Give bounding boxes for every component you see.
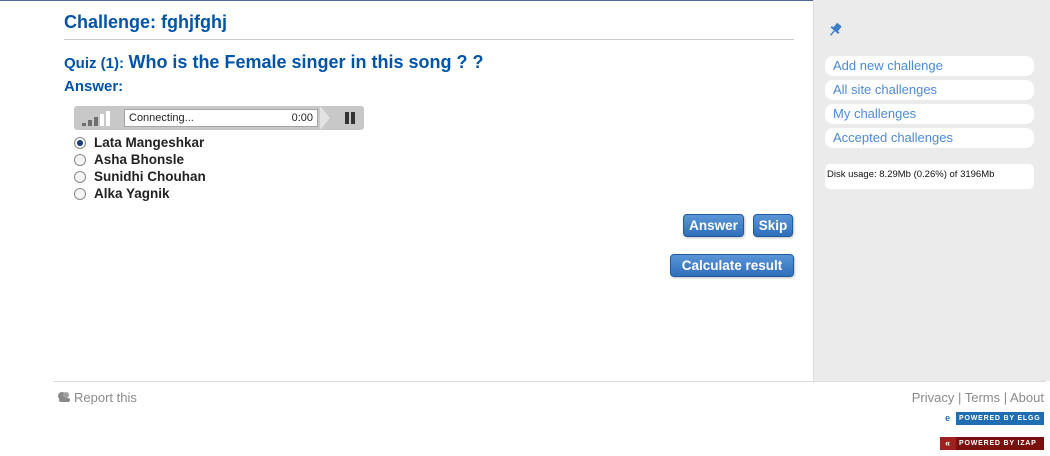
sidebar-item-add-new-challenge[interactable]: Add new challenge [825, 56, 1034, 76]
footer-divider [53, 381, 1046, 382]
option-label: Lata Mangeshkar [94, 135, 205, 150]
footer-separator: | [1000, 390, 1011, 405]
powered-by-elgg-badge[interactable]: e POWERED BY ELGG [940, 412, 1044, 425]
option-label: Asha Bhonsle [94, 152, 185, 167]
disk-usage: Disk usage: 8.29Mb (0.26%) of 3196Mb [825, 164, 1034, 189]
footer-links: Privacy | Terms | About [912, 390, 1044, 405]
quiz-question: Who is the Female singer in this song ? … [128, 52, 484, 72]
sidebar-item-all-site-challenges[interactable]: All site challenges [825, 80, 1034, 100]
radio-button[interactable] [74, 187, 86, 200]
footer-separator: | [954, 390, 965, 405]
report-label: Report this [74, 389, 137, 405]
sidebar: Add new challenge All site challenges My… [813, 0, 1050, 381]
privacy-link[interactable]: Privacy [912, 390, 955, 405]
sidebar-item-my-challenges[interactable]: My challenges [825, 104, 1034, 124]
volume-control[interactable] [82, 110, 114, 126]
option-label: Alka Yagnik [94, 186, 170, 201]
calculate-result-button[interactable]: Calculate result [670, 254, 794, 277]
sidebar-item-accepted-challenges[interactable]: Accepted challenges [825, 128, 1034, 148]
skip-button[interactable]: Skip [753, 214, 793, 237]
elgg-badge-label: POWERED BY ELGG [959, 415, 1041, 422]
powered-by-izap-badge[interactable]: «POWERED BY IZAP [940, 437, 1044, 450]
about-link[interactable]: About [1010, 390, 1044, 405]
answer-option[interactable]: Asha Bhonsle [74, 151, 206, 168]
volume-bar [106, 111, 110, 126]
answer-option[interactable]: Sunidhi Chouhan [74, 168, 206, 185]
radio-button[interactable] [74, 136, 86, 149]
quiz-heading: Quiz (1): Who is the Female singer in th… [64, 51, 794, 75]
main-content: Challenge: fghjfghj Quiz (1): Who is the… [64, 10, 794, 277]
elgg-logo-icon: e [940, 412, 956, 425]
volume-bar [88, 120, 92, 126]
terms-link[interactable]: Terms [965, 390, 1000, 405]
audio-track[interactable]: Connecting... 0:00 [124, 109, 318, 127]
answer-options: Lata Mangeshkar Asha Bhonsle Sunidhi Cho… [74, 134, 206, 202]
play-arrow-icon [320, 106, 330, 130]
option-label: Sunidhi Chouhan [94, 169, 206, 184]
radio-button[interactable] [74, 153, 86, 166]
quiz-number: Quiz (1): [64, 55, 124, 72]
radio-button[interactable] [74, 170, 86, 183]
volume-bar [100, 114, 104, 126]
pin-icon[interactable] [826, 21, 844, 39]
page-title: Challenge: fghjfghj [64, 10, 794, 40]
report-link[interactable]: Report this [56, 389, 137, 405]
izap-badge-label: POWERED BY IZAP [959, 440, 1037, 447]
sidebar-menu: Add new challenge All site challenges My… [825, 56, 1034, 152]
pause-icon[interactable] [344, 112, 356, 124]
player-status: Connecting... [129, 112, 194, 124]
volume-bar [94, 117, 98, 126]
answer-option[interactable]: Lata Mangeshkar [74, 134, 206, 151]
audio-player: Connecting... 0:00 [74, 106, 364, 130]
answer-button[interactable]: Answer [683, 214, 744, 237]
player-time: 0:00 [291, 112, 313, 124]
answer-option[interactable]: Alka Yagnik [74, 185, 206, 202]
answer-label: Answer: [64, 78, 124, 95]
izap-logo-icon: « [940, 437, 956, 450]
volume-bar [82, 123, 86, 126]
report-icon [56, 389, 72, 405]
